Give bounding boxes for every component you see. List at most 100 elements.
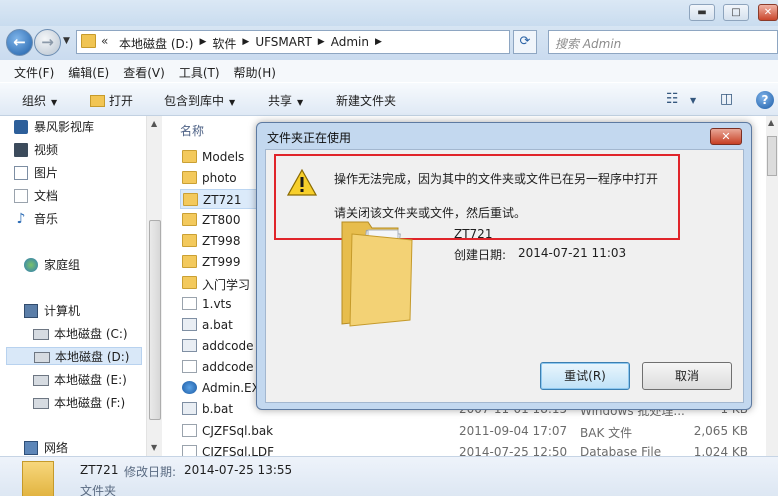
nav-label: 视频 <box>34 143 59 157</box>
file-list-scrollbar[interactable]: ▲ <box>766 116 778 456</box>
new-folder-button[interactable]: 新建文件夹 <box>336 92 396 109</box>
nav-label: 网络 <box>44 441 69 455</box>
dialog-body: 操作无法完成，因为其中的文件夹或文件已在另一程序中打开 请关闭该文件夹或文件，然… <box>265 149 744 403</box>
chevron-right-icon[interactable]: ▶ <box>242 37 249 52</box>
folder-icon <box>81 34 96 48</box>
crumb-admin[interactable]: Admin <box>331 35 369 52</box>
search-placeholder: 搜索 Admin <box>555 37 622 51</box>
chevron-right-icon[interactable]: ▶ <box>318 37 325 52</box>
menu-edit[interactable]: 编辑(E) <box>68 64 109 80</box>
chevron-down-icon: ▼ <box>297 98 304 107</box>
close-button[interactable]: ✕ <box>758 4 778 21</box>
recent-pages-dropdown[interactable]: ▼ <box>63 36 70 46</box>
nav-label: 图片 <box>34 166 59 180</box>
details-pane: ZT721 修改日期: 2014-07-25 13:55 文件夹 <box>0 456 778 496</box>
menu-file[interactable]: 文件(F) <box>14 64 54 80</box>
nav-item-drive-d[interactable]: 本地磁盘 (D:) <box>6 347 142 365</box>
picture-icon <box>14 166 28 180</box>
search-input[interactable]: 搜索 Admin <box>548 30 778 54</box>
share-button[interactable]: 共享 ▼ <box>268 92 303 109</box>
maximize-button[interactable]: □ <box>723 4 749 21</box>
menu-view[interactable]: 查看(V) <box>123 64 165 80</box>
dialog-created-value: 2014-07-21 11:03 <box>518 246 627 260</box>
nav-label: 本地磁盘 (D:) <box>55 350 130 364</box>
nav-item-videos[interactable]: 视频 <box>14 141 59 159</box>
list-item[interactable]: CJZFSql.LDF 2014-07-25 12:50 Database Fi… <box>182 442 766 456</box>
file-name: ZT721 <box>203 193 242 207</box>
nav-item-drive-f[interactable]: 本地磁盘 (F:) <box>33 394 126 412</box>
back-button[interactable]: ← <box>6 29 33 56</box>
video-library-icon <box>14 120 28 134</box>
details-name: ZT721 <box>80 463 119 477</box>
crumb-software[interactable]: 软件 <box>212 35 236 52</box>
navigation-pane: 暴风影视库 视频 图片 文档 ♪ 音乐 家庭组 计算机 本地磁盘 (C:) 本地… <box>0 116 162 456</box>
drive-icon <box>34 352 50 363</box>
minimize-button[interactable]: ▬ <box>689 4 715 21</box>
scroll-up-icon[interactable]: ▲ <box>151 119 157 128</box>
forward-button[interactable]: → <box>34 29 61 56</box>
include-in-library-button[interactable]: 包含到库中 ▼ <box>164 92 235 109</box>
chevron-right-icon[interactable]: ▶ <box>375 37 382 52</box>
navigation-scrollbar[interactable]: ▲ ▼ <box>146 116 162 456</box>
nav-item-video-library[interactable]: 暴风影视库 <box>14 118 94 136</box>
scroll-down-icon[interactable]: ▼ <box>151 443 157 452</box>
file-date: 2011-09-04 17:07 <box>459 424 568 438</box>
refresh-button[interactable]: ⟳ <box>513 30 537 54</box>
dialog-title: 文件夹正在使用 <box>267 131 352 145</box>
nav-item-pictures[interactable]: 图片 <box>14 164 59 182</box>
file-name: ZT800 <box>202 213 241 227</box>
open-button[interactable]: 打开 <box>90 92 133 109</box>
chevron-down-icon[interactable]: ▼ <box>690 96 696 105</box>
chevron-down-icon: ▼ <box>51 98 58 107</box>
scroll-up-icon[interactable]: ▲ <box>768 118 774 127</box>
column-header-name[interactable]: 名称 <box>180 122 204 139</box>
file-name: Admin.EX <box>202 381 260 395</box>
organize-button[interactable]: 组织 ▼ <box>22 92 57 109</box>
file-name: ZT999 <box>202 255 241 269</box>
crumb-drive[interactable]: 本地磁盘 (D:) <box>119 35 193 52</box>
folder-icon <box>182 276 197 289</box>
address-row: ← → ▼ « 本地磁盘 (D:) ▶ 软件 ▶ UFSMART ▶ Admin… <box>0 26 778 60</box>
application-icon <box>182 381 197 394</box>
nav-label: 本地磁盘 (F:) <box>54 396 126 410</box>
new-folder-label: 新建文件夹 <box>336 94 397 108</box>
nav-item-drive-e[interactable]: 本地磁盘 (E:) <box>33 371 127 389</box>
folder-icon <box>182 255 197 268</box>
batch-file-icon <box>182 318 197 331</box>
chevron-right-icon[interactable]: ▶ <box>199 37 206 52</box>
drive-icon <box>33 329 49 340</box>
nav-item-documents[interactable]: 文档 <box>14 187 58 205</box>
retry-button[interactable]: 重试(R) <box>540 362 630 390</box>
share-label: 共享 <box>268 94 293 108</box>
address-bar[interactable]: « 本地磁盘 (D:) ▶ 软件 ▶ UFSMART ▶ Admin ▶ <box>76 30 510 54</box>
cancel-button[interactable]: 取消 <box>642 362 732 390</box>
command-bar: 组织 ▼ 打开 包含到库中 ▼ 共享 ▼ 新建文件夹 ☷ ▼ ◫ ? <box>0 82 778 116</box>
file-name: addcode <box>202 339 254 353</box>
menu-help[interactable]: 帮助(H) <box>234 64 276 80</box>
crumb-ufsmart[interactable]: UFSMART <box>255 35 311 52</box>
list-item[interactable]: CJZFSql.bak 2011-09-04 17:07 BAK 文件 2,06… <box>182 421 766 441</box>
nav-item-computer[interactable]: 计算机 <box>24 302 80 320</box>
nav-item-music[interactable]: ♪ 音乐 <box>17 210 58 228</box>
nav-item-drive-c[interactable]: 本地磁盘 (C:) <box>33 325 128 343</box>
nav-item-homegroup[interactable]: 家庭组 <box>24 256 80 274</box>
scroll-thumb[interactable] <box>149 220 161 420</box>
address-overflow-chevron[interactable]: « <box>101 34 108 48</box>
view-options-icon[interactable]: ☷ <box>666 91 679 107</box>
preview-pane-icon[interactable]: ◫ <box>720 91 733 107</box>
dialog-close-button[interactable]: ✕ <box>710 128 742 145</box>
menu-bar: 文件(F) 编辑(E) 查看(V) 工具(T) 帮助(H) <box>0 60 778 82</box>
file-size: 2,065 KB <box>693 424 748 438</box>
chevron-down-icon: ▼ <box>229 98 236 107</box>
list-item-selected[interactable]: ZT721 <box>180 189 264 209</box>
warning-icon <box>287 169 317 196</box>
title-bar: ▬ □ ✕ <box>0 0 778 26</box>
video-icon <box>14 143 28 157</box>
file-name: 入门学习 <box>202 278 251 292</box>
scroll-thumb[interactable] <box>767 136 777 176</box>
help-icon[interactable]: ? <box>756 91 774 109</box>
menu-tools[interactable]: 工具(T) <box>179 64 220 80</box>
nav-item-network[interactable]: 网络 <box>24 439 69 457</box>
details-type: 文件夹 <box>80 484 117 496</box>
folder-icon <box>182 171 197 184</box>
